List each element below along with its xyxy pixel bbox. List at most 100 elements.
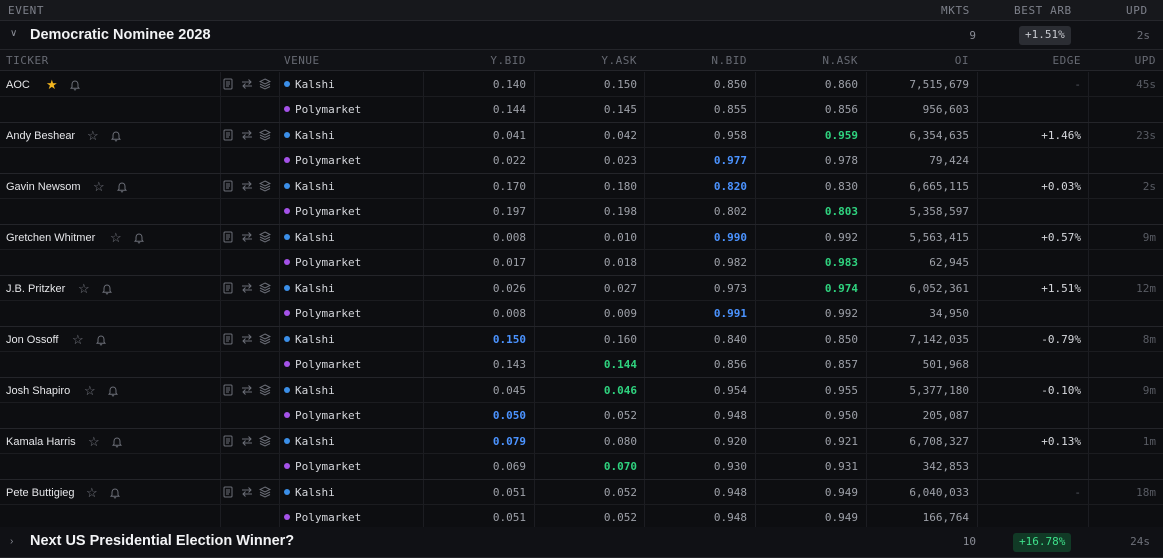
cell-nask: 0.959 xyxy=(824,129,858,142)
table-row[interactable]: Gretchen Whitmer ☆ Kalshi 0.008 0.010 0.990 0.… xyxy=(0,225,1163,276)
cell-yask: 0.027 xyxy=(603,282,637,295)
cell-oi: 7,142,035 xyxy=(909,333,969,346)
venue-name: Polymarket xyxy=(295,103,362,116)
venue-name: Kalshi xyxy=(295,180,335,193)
cell-ybid: 0.144 xyxy=(492,103,526,116)
venue-name: Polymarket xyxy=(295,307,362,320)
cell-oi: 956,603 xyxy=(922,103,969,116)
market-row[interactable]: Polymarket 0.197 0.198 0.802 0.803 5,358,597 xyxy=(0,199,1163,224)
cell-nbid: 0.855 xyxy=(713,103,747,116)
market-row[interactable]: Kalshi 0.079 0.080 0.920 0.921 6,708,327 xyxy=(0,429,1163,454)
venue-dot-icon xyxy=(284,387,290,393)
col-upd: UPD xyxy=(1134,54,1156,67)
edge-value: -0.10% xyxy=(1041,384,1081,397)
edge-value: - xyxy=(1074,78,1081,91)
cell-nbid: 0.991 xyxy=(713,307,747,320)
market-row[interactable]: Kalshi 0.140 0.150 0.850 0.860 7,515,679 xyxy=(0,72,1163,97)
cell-oi: 5,358,597 xyxy=(909,205,969,218)
cell-nbid: 0.930 xyxy=(713,460,747,473)
cell-yask: 0.052 xyxy=(603,486,637,499)
cell-yask: 0.150 xyxy=(603,78,637,91)
cell-nask: 0.950 xyxy=(824,409,858,422)
edge-value: -0.79% xyxy=(1041,333,1081,346)
table-top-header: EVENT MKTS BEST ARB UPD xyxy=(0,0,1163,21)
row-upd: 18m xyxy=(1136,486,1156,499)
venue-name: Kalshi xyxy=(295,282,335,295)
row-upd: 45s xyxy=(1136,78,1156,91)
table-row[interactable]: Gavin Newsom ☆ Kalshi 0.170 0.180 0.820 0.830 6… xyxy=(0,174,1163,225)
cell-nask: 0.857 xyxy=(824,358,858,371)
edge-value: +1.51% xyxy=(1041,282,1081,295)
row-upd: 23s xyxy=(1136,129,1156,142)
cell-yask: 0.180 xyxy=(603,180,637,193)
market-row[interactable]: Kalshi 0.026 0.027 0.973 0.974 6,052,361 xyxy=(0,276,1163,301)
market-row[interactable]: Kalshi 0.170 0.180 0.820 0.830 6,665,115 xyxy=(0,174,1163,199)
edge-value: - xyxy=(1074,486,1081,499)
cell-nask: 0.974 xyxy=(824,282,858,295)
cell-oi: 5,377,180 xyxy=(909,384,969,397)
header-event: EVENT xyxy=(8,4,45,17)
cell-nask: 0.850 xyxy=(824,333,858,346)
event-row[interactable]: ∨ Democratic Nominee 2028 9 +1.51% 2s xyxy=(0,21,1163,50)
venue-dot-icon xyxy=(284,336,290,342)
cell-oi: 34,950 xyxy=(929,307,969,320)
venue-name: Kalshi xyxy=(295,486,335,499)
cell-yask: 0.042 xyxy=(603,129,637,142)
market-row[interactable]: Polymarket 0.144 0.145 0.855 0.856 956,603 xyxy=(0,97,1163,122)
cell-nbid: 0.954 xyxy=(713,384,747,397)
market-row[interactable]: Kalshi 0.008 0.010 0.990 0.992 5,563,415 xyxy=(0,225,1163,250)
market-row[interactable]: Polymarket 0.022 0.023 0.977 0.978 79,424 xyxy=(0,148,1163,173)
col-nbid: N.BID xyxy=(711,54,747,67)
row-upd: 9m xyxy=(1142,231,1156,244)
row-upd: 8m xyxy=(1142,333,1156,346)
cell-nask: 0.803 xyxy=(824,205,858,218)
col-yask: Y.ASK xyxy=(601,54,637,67)
event-mkts: 9 xyxy=(969,29,976,42)
venue-dot-icon xyxy=(284,234,290,240)
table-row[interactable]: AOC ★ Kalshi 0.140 0.150 0.850 0.860 7,515,679 P… xyxy=(0,72,1163,123)
event-row[interactable]: › Next US Presidential Election Winner? … xyxy=(0,527,1163,558)
venue-dot-icon xyxy=(284,106,290,112)
cell-nbid: 0.948 xyxy=(713,511,747,524)
cell-nbid: 0.977 xyxy=(713,154,747,167)
header-best-arb: BEST ARB xyxy=(1014,4,1072,17)
cell-oi: 7,515,679 xyxy=(909,78,969,91)
event-mkts: 10 xyxy=(962,535,976,548)
market-row[interactable]: Kalshi 0.051 0.052 0.948 0.949 6,040,033 xyxy=(0,480,1163,505)
market-row[interactable]: Kalshi 0.045 0.046 0.954 0.955 5,377,180 xyxy=(0,378,1163,403)
cell-nask: 0.949 xyxy=(824,511,858,524)
venue-name: Kalshi xyxy=(295,231,335,244)
cell-nbid: 0.820 xyxy=(713,180,747,193)
table-row[interactable]: Pete Buttigieg ☆ Kalshi 0.051 0.052 0.948 0.94… xyxy=(0,480,1163,531)
cell-nbid: 0.990 xyxy=(713,231,747,244)
venue-name: Kalshi xyxy=(295,78,335,91)
market-row[interactable]: Polymarket 0.050 0.052 0.948 0.950 205,087 xyxy=(0,403,1163,428)
table-row[interactable]: J.B. Pritzker ☆ Kalshi 0.026 0.027 0.973 0.974… xyxy=(0,276,1163,327)
cell-yask: 0.010 xyxy=(603,231,637,244)
cell-nbid: 0.850 xyxy=(713,78,747,91)
edge-value: +0.13% xyxy=(1041,435,1081,448)
chevron-down-icon[interactable]: ∨ xyxy=(10,28,17,39)
table-row[interactable]: Andy Beshear ☆ Kalshi 0.041 0.042 0.958 0.959 6… xyxy=(0,123,1163,174)
cell-yask: 0.052 xyxy=(603,409,637,422)
table-row[interactable]: Josh Shapiro ☆ Kalshi 0.045 0.046 0.954 0.955 5… xyxy=(0,378,1163,429)
col-edge: EDGE xyxy=(1052,54,1081,67)
venue-name: Polymarket xyxy=(295,358,362,371)
market-row[interactable]: Kalshi 0.150 0.160 0.840 0.850 7,142,035 xyxy=(0,327,1163,352)
cell-oi: 79,424 xyxy=(929,154,969,167)
market-row[interactable]: Polymarket 0.069 0.070 0.930 0.931 342,853 xyxy=(0,454,1163,479)
venue-dot-icon xyxy=(284,310,290,316)
market-row[interactable]: Polymarket 0.008 0.009 0.991 0.992 34,950 xyxy=(0,301,1163,326)
venue-dot-icon xyxy=(284,183,290,189)
row-upd: 1m xyxy=(1142,435,1156,448)
table-row[interactable]: Kamala Harris ☆ Kalshi 0.079 0.080 0.920 0.921… xyxy=(0,429,1163,480)
chevron-right-icon[interactable]: › xyxy=(10,536,13,547)
cell-yask: 0.080 xyxy=(603,435,637,448)
cell-ybid: 0.017 xyxy=(492,256,526,269)
market-row[interactable]: Polymarket 0.143 0.144 0.856 0.857 501,968 xyxy=(0,352,1163,377)
market-row[interactable]: Kalshi 0.041 0.042 0.958 0.959 6,354,635 xyxy=(0,123,1163,148)
table-row[interactable]: Jon Ossoff ☆ Kalshi 0.150 0.160 0.840 0.850 7,1… xyxy=(0,327,1163,378)
market-row[interactable]: Polymarket 0.017 0.018 0.982 0.983 62,945 xyxy=(0,250,1163,275)
cell-nbid: 0.920 xyxy=(713,435,747,448)
col-oi: OI xyxy=(954,54,969,67)
